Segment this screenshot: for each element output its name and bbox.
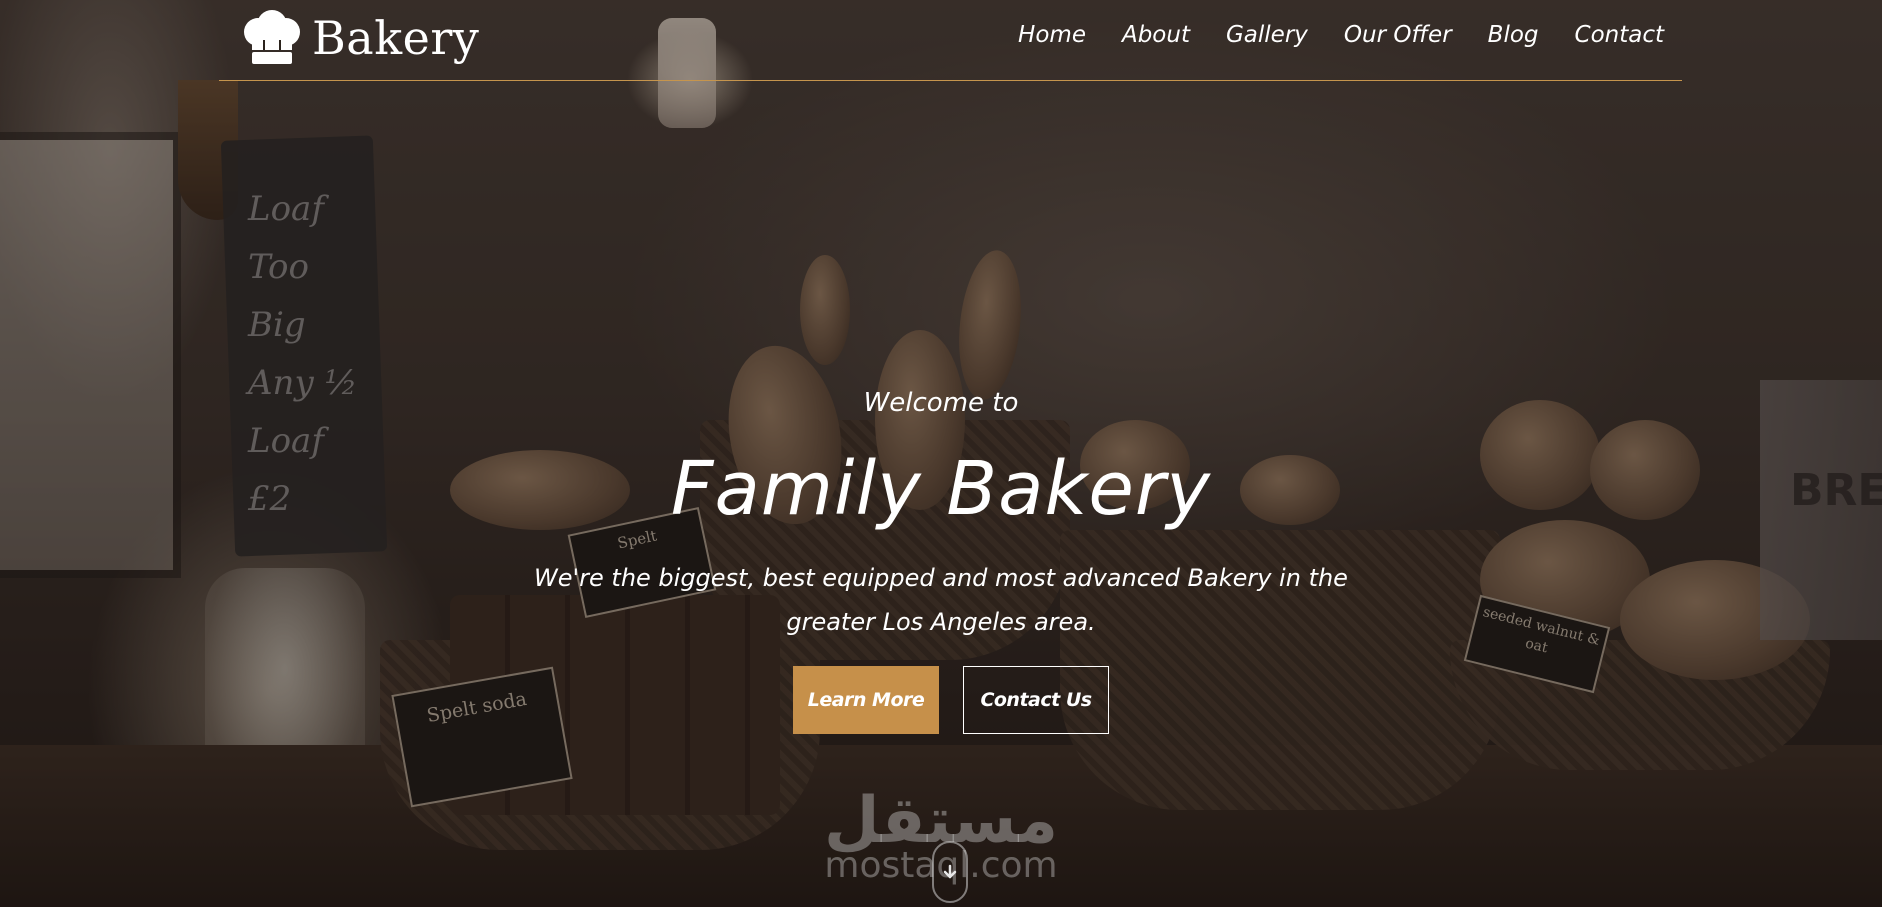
arrow-down-icon [943,864,957,879]
hero-section: Loaf Too Big Any ½ Loaf £2 Spelt soda Sp… [0,0,1882,907]
contact-us-button[interactable]: Contact Us [963,666,1109,734]
learn-more-button[interactable]: Learn More [793,666,939,734]
hero-content: Welcome to Family Bakery We're the bigge… [0,0,1882,907]
hero-subtitle: We're the biggest, best equipped and mos… [534,564,1348,636]
hero-welcome: Welcome to [863,388,1019,418]
scroll-down-button[interactable] [932,841,968,903]
hero-title: Family Bakery [670,446,1212,532]
